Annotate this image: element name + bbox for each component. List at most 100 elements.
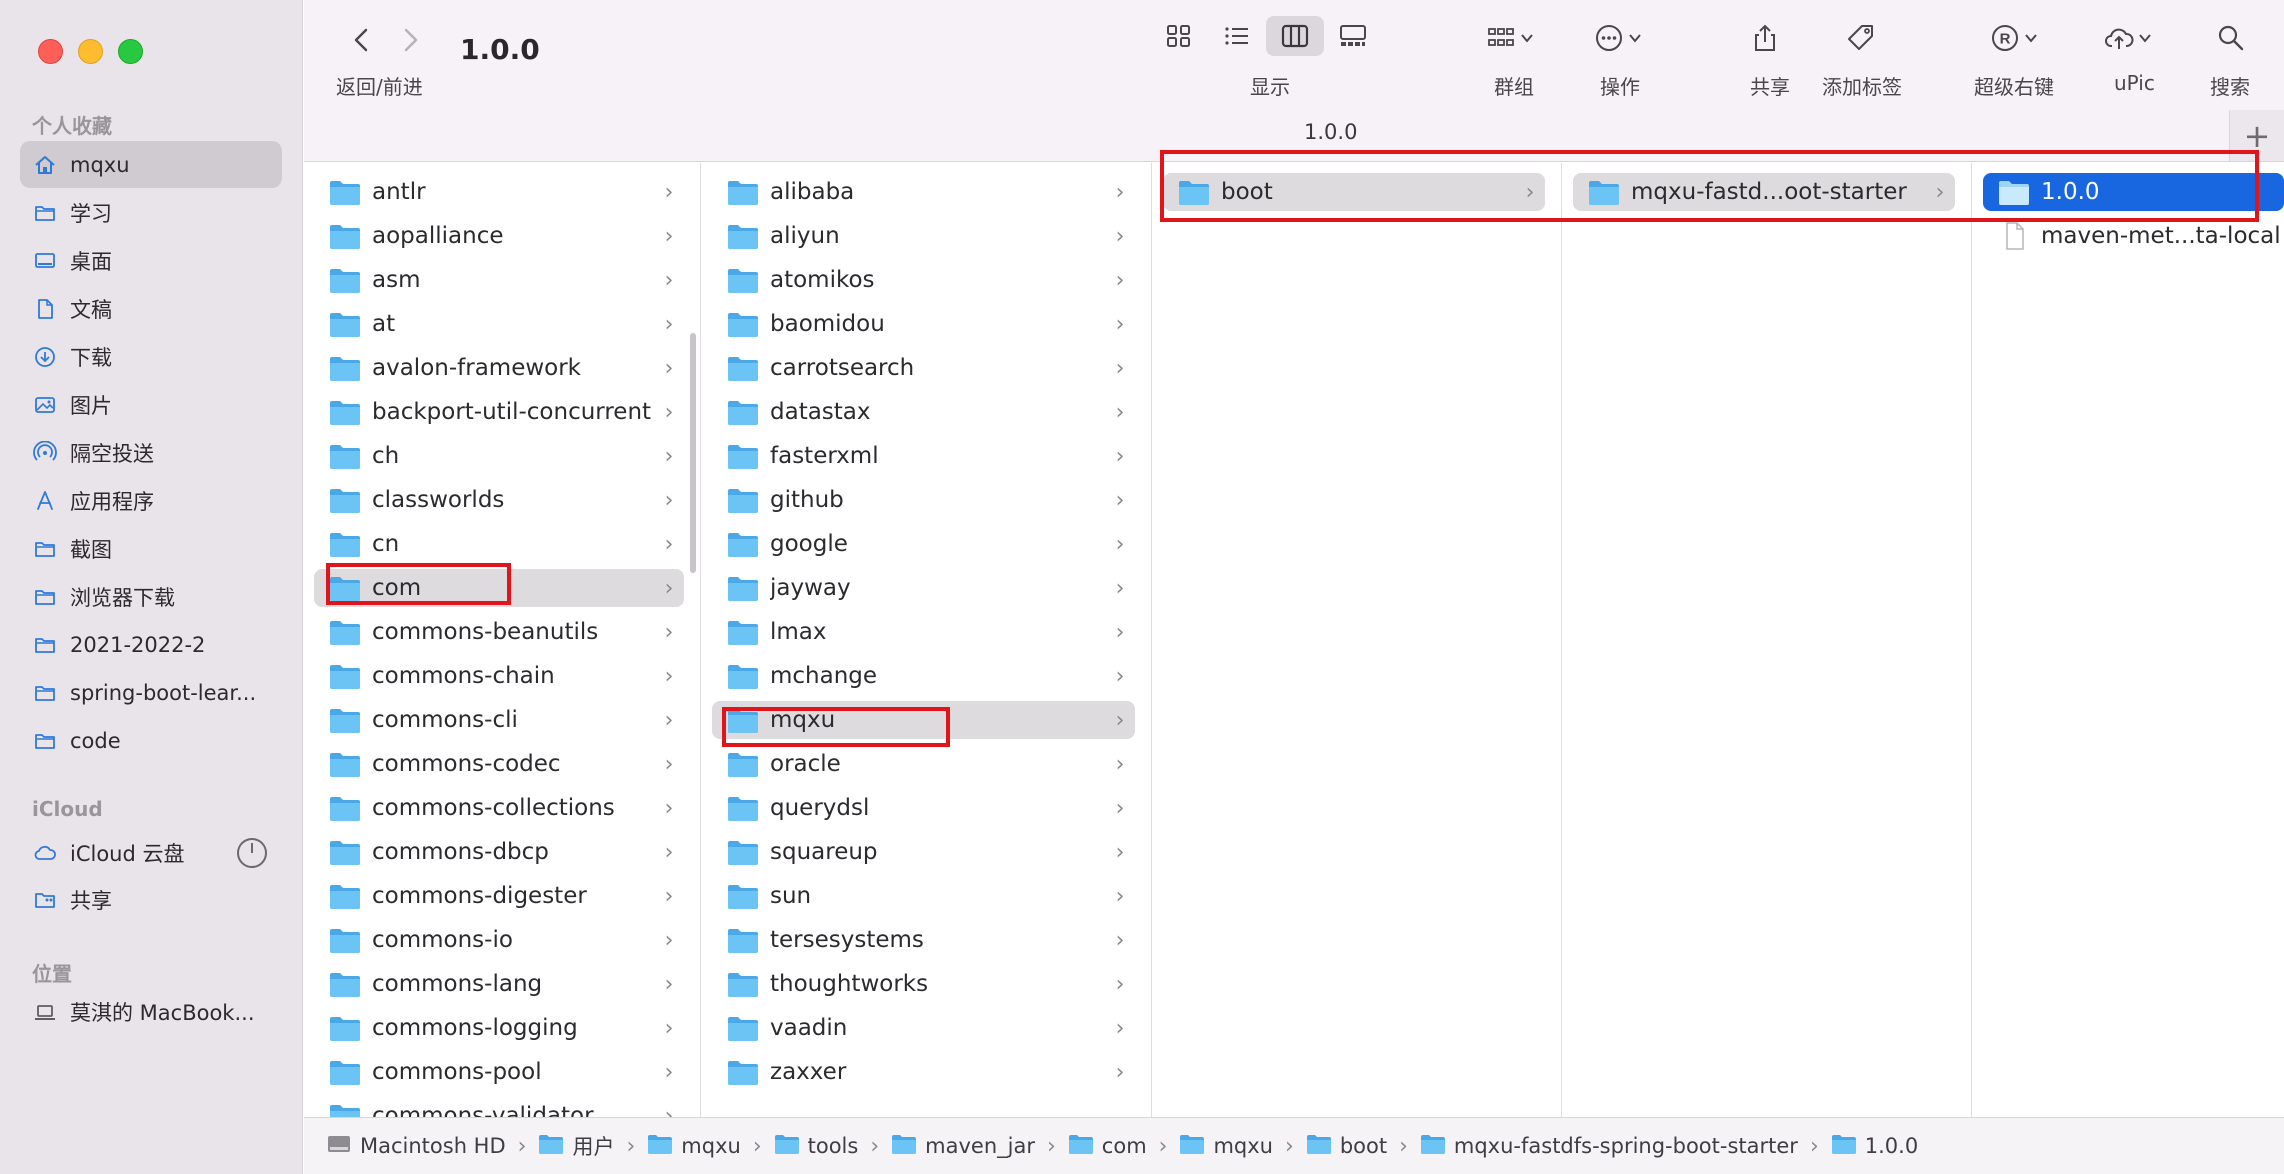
folder-row[interactable]: commons-cli ›	[314, 701, 684, 739]
scrollbar[interactable]	[690, 333, 696, 573]
path-crumb[interactable]: Macintosh HD	[326, 1133, 506, 1160]
path-crumb[interactable]: mqxu	[647, 1133, 741, 1160]
folder-name: commons-validator	[372, 1103, 594, 1117]
sidebar-item[interactable]: code	[20, 717, 282, 764]
folder-row[interactable]: commons-validator ›	[314, 1097, 684, 1117]
list-view-button[interactable]	[1208, 16, 1266, 56]
folder-row[interactable]: commons-dbcp ›	[314, 833, 684, 871]
folder-row[interactable]: lmax ›	[712, 613, 1135, 651]
folder-row[interactable]: at ›	[314, 305, 684, 343]
sidebar-item[interactable]: spring-boot-lear...	[20, 669, 282, 716]
folder-row[interactable]: google ›	[712, 525, 1135, 563]
folder-row[interactable]: atomikos ›	[712, 261, 1135, 299]
file-row[interactable]: maven-met...ta-local	[1983, 217, 2284, 255]
tab-title[interactable]: 1.0.0	[1304, 120, 1357, 144]
path-crumb[interactable]: mqxu-fastdfs-spring-boot-starter	[1420, 1133, 1798, 1160]
sidebar-item[interactable]: 桌面	[20, 237, 282, 284]
folder-row[interactable]: commons-io ›	[314, 921, 684, 959]
sidebar-item[interactable]: mqxu	[20, 141, 282, 188]
folder-row[interactable]: vaadin ›	[712, 1009, 1135, 1047]
folder-row[interactable]: github ›	[712, 481, 1135, 519]
folder-row[interactable]: zaxxer ›	[712, 1053, 1135, 1091]
sidebar-item[interactable]: 下载	[20, 333, 282, 380]
column-view-button[interactable]	[1266, 16, 1324, 56]
folder-row[interactable]: backport-util-concurrent ›	[314, 393, 684, 431]
folder-row[interactable]: fasterxml ›	[712, 437, 1135, 475]
folder-row[interactable]: commons-pool ›	[314, 1053, 684, 1091]
folder-row[interactable]: cn ›	[314, 525, 684, 563]
share-button[interactable]	[1750, 18, 1780, 58]
folder-row[interactable]: aopalliance ›	[314, 217, 684, 255]
folder-row[interactable]: antlr ›	[314, 173, 684, 211]
path-crumb[interactable]: boot	[1306, 1133, 1387, 1160]
folder-row[interactable]: commons-codec ›	[314, 745, 684, 783]
search-button[interactable]	[2216, 18, 2246, 58]
folder-row[interactable]: tersesystems ›	[712, 921, 1135, 959]
path-crumb[interactable]: tools	[774, 1133, 858, 1160]
folder-row[interactable]: datastax ›	[712, 393, 1135, 431]
folder-row[interactable]: alibaba ›	[712, 173, 1135, 211]
folder-row[interactable]: oracle ›	[712, 745, 1135, 783]
sidebar-item[interactable]: iCloud 云盘	[20, 829, 282, 876]
path-crumb-label: mqxu	[681, 1134, 741, 1158]
chevron-right-icon: ›	[1115, 619, 1125, 645]
sidebar-item[interactable]: 隔空投送	[20, 429, 282, 476]
folder-row[interactable]: classworlds ›	[314, 481, 684, 519]
folder-row[interactable]: thoughtworks ›	[712, 965, 1135, 1003]
sidebar-item[interactable]: 共享	[20, 876, 282, 923]
column-1[interactable]: antlr › aopalliance › asm › at › avalon-framewor…	[304, 163, 701, 1117]
sidebar-item[interactable]: 学习	[20, 189, 282, 236]
chevron-right-icon: ›	[1115, 707, 1125, 733]
path-crumb[interactable]: com	[1068, 1133, 1147, 1160]
folder-row[interactable]: avalon-framework ›	[314, 349, 684, 387]
add-tag-button[interactable]	[1846, 18, 1876, 58]
sidebar-item[interactable]: 浏览器下载	[20, 573, 282, 620]
folder-row[interactable]: squareup ›	[712, 833, 1135, 871]
column-4[interactable]: mqxu-fastd...oot-starter ›	[1563, 163, 1972, 1117]
path-crumb[interactable]: maven_jar	[891, 1133, 1035, 1160]
chevron-right-icon: ›	[1115, 575, 1125, 601]
folder-row[interactable]: baomidou ›	[712, 305, 1135, 343]
column-2[interactable]: alibaba › aliyun › atomikos › baomidou › carrots…	[702, 163, 1152, 1117]
folder-row[interactable]: sun ›	[712, 877, 1135, 915]
sidebar-item[interactable]: 图片	[20, 381, 282, 428]
back-button[interactable]	[346, 22, 376, 58]
path-crumb[interactable]: 用户	[538, 1131, 614, 1161]
path-crumb[interactable]: 1.0.0	[1831, 1133, 1918, 1160]
sidebar-item[interactable]: 文稿	[20, 285, 282, 332]
folder-row[interactable]: commons-digester ›	[314, 877, 684, 915]
forward-button[interactable]	[396, 22, 426, 58]
folder-row[interactable]: carrotsearch ›	[712, 349, 1135, 387]
zoom-window-button[interactable]	[118, 39, 143, 64]
folder-row[interactable]: commons-collections ›	[314, 789, 684, 827]
upic-button[interactable]	[2104, 18, 2152, 58]
group-button[interactable]	[1486, 18, 1534, 58]
folder-row[interactable]: mchange ›	[712, 657, 1135, 695]
folder-icon	[726, 310, 760, 338]
folder-row[interactable]: ch ›	[314, 437, 684, 475]
folder-row[interactable]: commons-lang ›	[314, 965, 684, 1003]
sidebar-item[interactable]: 2021-2022-2	[20, 621, 282, 668]
super-right-click-button[interactable]: R	[1990, 18, 2038, 58]
folder-name: aliyun	[770, 223, 840, 249]
folder-row[interactable]: aliyun ›	[712, 217, 1135, 255]
folder-row[interactable]: commons-chain ›	[314, 657, 684, 695]
path-crumb[interactable]: mqxu	[1179, 1133, 1273, 1160]
folder-row[interactable]: commons-beanutils ›	[314, 613, 684, 651]
sidebar-item[interactable]: 截图	[20, 525, 282, 572]
action-button[interactable]	[1594, 18, 1642, 58]
sidebar-item[interactable]: 莫淇的 MacBook...	[20, 988, 282, 1035]
folder-row[interactable]: asm ›	[314, 261, 684, 299]
folder-row[interactable]: querydsl ›	[712, 789, 1135, 827]
close-window-button[interactable]	[38, 39, 63, 64]
sidebar-item-label: 隔空投送	[70, 441, 154, 466]
folder-row[interactable]: jayway ›	[712, 569, 1135, 607]
column-3[interactable]: boot ›	[1153, 163, 1562, 1117]
minimize-window-button[interactable]	[78, 39, 103, 64]
sidebar-item[interactable]: 应用程序	[20, 477, 282, 524]
column-5[interactable]: 1.0.0 maven-met...ta-local	[1973, 163, 2284, 1117]
folder-row[interactable]: commons-logging ›	[314, 1009, 684, 1047]
gallery-view-button[interactable]	[1324, 16, 1382, 56]
icon-view-button[interactable]	[1150, 16, 1208, 56]
chevron-right-icon: ›	[1115, 223, 1125, 249]
